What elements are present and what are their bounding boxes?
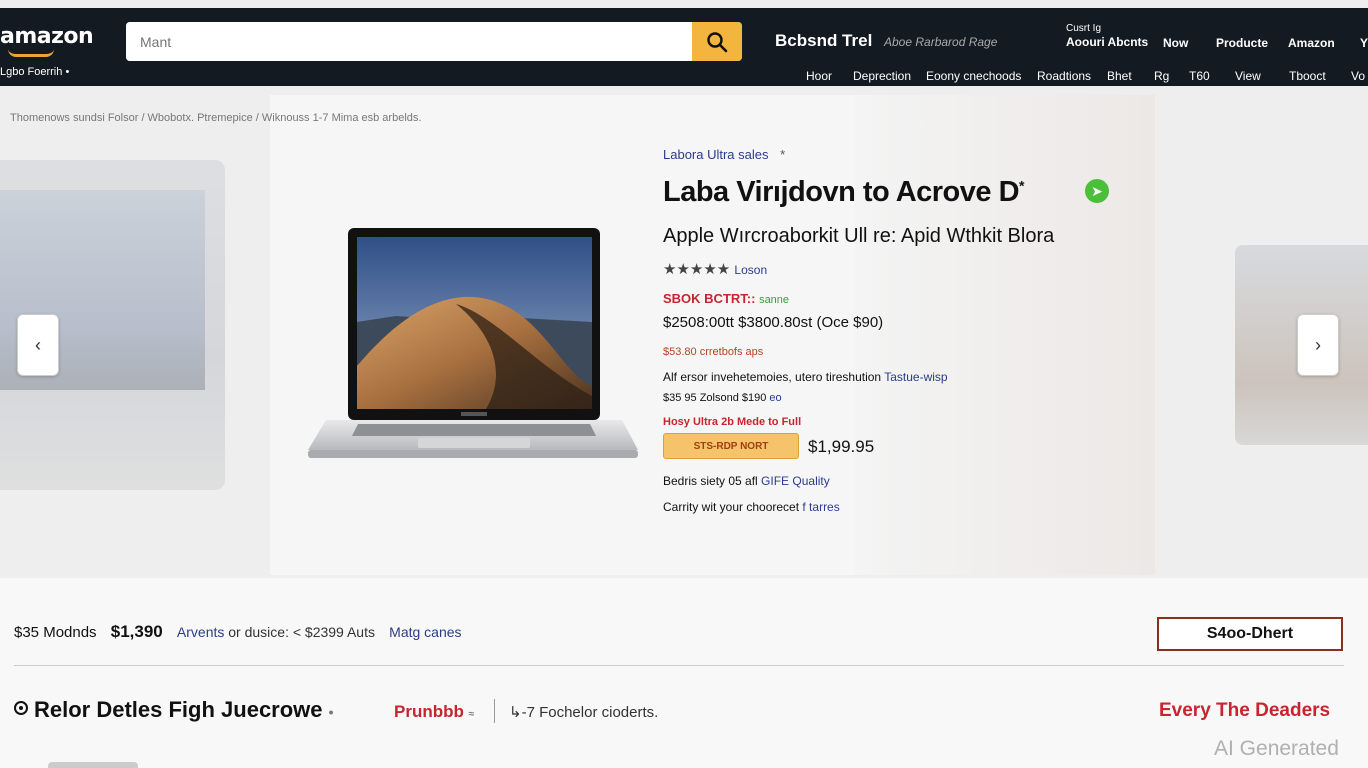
coupon-text: $35 95 Zolsond $190: [663, 392, 770, 404]
savings-line: $53.80 crretbofs aps: [663, 346, 764, 358]
top-header: amazon Lgbo Foerrih • Bcbsnd Trel Aboe R…: [0, 8, 1368, 86]
store-link-suffix: *: [780, 147, 786, 162]
top-nav-products[interactable]: Producte: [1216, 36, 1268, 50]
every-deals-link[interactable]: Every The Deaders: [1159, 700, 1330, 722]
verified-check-icon: ➤: [1085, 179, 1109, 203]
tab-fochelor-label: -7 Fochelor cioderts.: [521, 704, 659, 721]
rating-link[interactable]: Loson: [734, 263, 767, 277]
promo-line: Hosy Ultra 2b Mede to Full: [663, 416, 802, 428]
summary-link-arvents[interactable]: Arvents: [177, 624, 224, 640]
product-image-laptop[interactable]: [306, 226, 640, 462]
radio-circle-icon: [14, 701, 28, 715]
summary-link-matg[interactable]: Matg canes: [389, 624, 461, 640]
arrow-icon: ↳: [509, 704, 522, 721]
section-title-text: Relor Detles Figh Juecrowe: [34, 697, 323, 722]
product-subtitle: Apple Wırcroaborkit Ull re: Apid Wthkit …: [663, 225, 1055, 247]
sub-nav-item[interactable]: Eoony cnechoods: [926, 69, 1021, 83]
tab-prunbbb[interactable]: Prunbbb ≈: [394, 702, 474, 722]
tab-prunbbb-label: Prunbbb: [394, 702, 464, 721]
sub-nav-item[interactable]: Bhet: [1107, 69, 1132, 83]
account-menu[interactable]: Cusrt Ig Aoouri Abcnts: [1066, 24, 1148, 50]
top-nav-amazon[interactable]: Amazon: [1288, 36, 1335, 50]
bundle-line: Bedris siety 05 afl GIFE Quality: [663, 474, 830, 488]
deliver-to[interactable]: Lgbo Foerrih •: [0, 66, 69, 78]
deal-badge: SBOK BCTRT:: sanne: [663, 291, 789, 306]
sub-nav-item[interactable]: Hoor: [806, 69, 832, 83]
carry-line: Carrity wit your choorecet f tarres: [663, 500, 840, 514]
summary-middle-text: or dusice: < $2399 Auts: [224, 624, 375, 640]
summary-price: $1,390: [110, 622, 163, 641]
description-link[interactable]: Tastue-wisp: [884, 370, 947, 384]
logo-smile-icon: [8, 49, 54, 57]
deal-note: sanne: [759, 294, 790, 306]
price-line: $2508:00tt $3800.80st (Oce $90): [663, 314, 884, 331]
deal-label: SBOK BCTRT::: [663, 291, 756, 306]
ai-generated-watermark: AI Generated: [1214, 737, 1339, 760]
divider: [14, 665, 1344, 666]
summary-items: $35 Modnds: [14, 624, 97, 641]
sub-nav-item[interactable]: View: [1235, 69, 1261, 83]
carry-link[interactable]: f tarres: [802, 500, 839, 514]
account-greeting: Cusrt Ig: [1066, 23, 1102, 34]
bottom-panel: [0, 578, 1368, 768]
coupon-link[interactable]: eo: [769, 392, 781, 404]
description-line: Alf ersor invehetemoies, utero tireshuti…: [663, 370, 948, 384]
top-nav-now[interactable]: Now: [1163, 36, 1188, 50]
sub-nav-item[interactable]: Rg: [1154, 69, 1169, 83]
sub-nav-item[interactable]: T60: [1189, 69, 1210, 83]
buy-price: $1,99.95: [808, 437, 875, 456]
search-input[interactable]: [126, 22, 692, 61]
search-bar: [126, 22, 742, 61]
summary-row: $35 Modnds $1,390 Arvents or dusice: < $…: [14, 622, 462, 642]
chevron-right-icon: ›: [1315, 334, 1321, 355]
coupon-line: $35 95 Zolsond $190 eo: [663, 392, 782, 404]
summary-action-button[interactable]: S4oo-Dhert: [1157, 617, 1343, 651]
product-hero-shade: [855, 95, 1155, 575]
deliver-to-label: Lgbo Foerrih: [0, 66, 63, 78]
sub-nav-item[interactable]: Vo: [1351, 69, 1365, 83]
search-button[interactable]: [692, 22, 742, 61]
account-label: Aoouri Abcnts: [1066, 35, 1149, 49]
tab-separator: [494, 699, 495, 723]
bottom-thumbnail[interactable]: [48, 762, 138, 768]
laptop-illustration: [308, 228, 638, 458]
carousel-next-button[interactable]: ›: [1297, 314, 1339, 376]
brand-nav-title[interactable]: Bcbsnd Trel: [775, 31, 872, 51]
title-superscript: *: [1019, 177, 1024, 194]
sub-nav-item[interactable]: Tbooct: [1289, 69, 1326, 83]
section-title: Relor Detles Figh Juecrowe •: [14, 697, 334, 723]
amazon-logo[interactable]: amazon: [0, 24, 94, 57]
chevron-left-icon: ‹: [35, 334, 41, 355]
bundle-text: Bedris siety 05 afl: [663, 474, 762, 488]
search-icon: [707, 31, 728, 52]
store-link-text: Labora Ultra sales: [663, 147, 769, 162]
location-dot-icon: •: [65, 66, 70, 78]
brand-nav-subtitle: Aboe Rarbarod Rage: [884, 35, 998, 49]
breadcrumb[interactable]: Thomenows sundsi Folsor / Wbobotx. Ptrem…: [10, 112, 421, 124]
tab-fochelor[interactable]: ↳-7 Fochelor cioderts.: [509, 703, 658, 721]
star-rating-icon: ★★★★★: [663, 261, 731, 278]
sub-nav-item[interactable]: Roadtions: [1037, 69, 1091, 83]
rating-row[interactable]: ★★★★★ Loson: [663, 260, 767, 278]
bundle-link[interactable]: GIFE Quality: [761, 474, 830, 488]
description-text: Alf ersor invehetemoies, utero tireshuti…: [663, 370, 885, 384]
tab-prunbbb-suffix: ≈: [468, 709, 475, 720]
top-nav-more[interactable]: Y: [1360, 36, 1368, 50]
section-title-suffix: •: [328, 704, 334, 720]
carry-text: Carrity wit your choorecet: [663, 500, 803, 514]
sub-nav-item[interactable]: Deprection: [853, 69, 911, 83]
logo-text: amazon: [0, 24, 94, 49]
product-title-text: Laba Virıjdovn to Acrove D: [663, 176, 1020, 208]
product-title: Laba Virıjdovn to Acrove D*: [663, 176, 1024, 209]
store-link[interactable]: Labora Ultra sales *: [663, 147, 785, 162]
carousel-prev-button[interactable]: ‹: [17, 314, 59, 376]
buy-now-button[interactable]: STS-RDP NORT: [663, 433, 799, 459]
